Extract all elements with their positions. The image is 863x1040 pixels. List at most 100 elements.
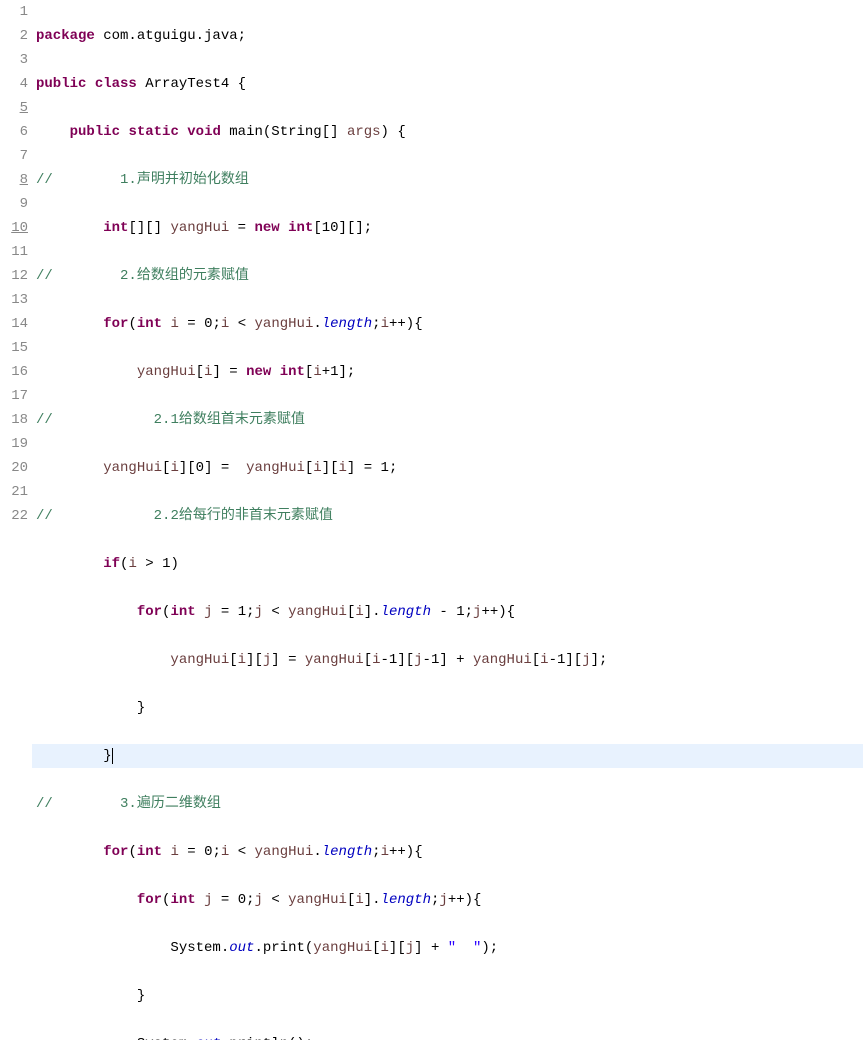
- line-number: 16: [0, 360, 28, 384]
- comment-2-1: 2.1给数组首末元素赋值: [154, 412, 305, 428]
- code-line[interactable]: yangHui[i][j] = yangHui[i-1][j-1] + yang…: [32, 648, 863, 672]
- kw-static: static: [128, 124, 178, 140]
- kw-int: int: [170, 604, 195, 620]
- line-number: 4: [0, 72, 28, 96]
- kw-int: int: [137, 316, 162, 332]
- line-number: 21: [0, 480, 28, 504]
- code-line[interactable]: public static void main(String[] args) {: [32, 120, 863, 144]
- var-yanghui: yangHui: [170, 652, 229, 668]
- code-line[interactable]: // 3.遍历二维数组: [32, 792, 863, 816]
- lit-1: 1: [162, 556, 170, 572]
- kw-int: int: [288, 220, 313, 236]
- line-number: 9: [0, 192, 28, 216]
- comment-slash: //: [36, 172, 53, 188]
- var-args: args: [347, 124, 381, 140]
- comment-slash: //: [36, 412, 53, 428]
- line-number: 20: [0, 456, 28, 480]
- var-j: j: [406, 940, 414, 956]
- code-line[interactable]: for(int i = 0;i < yangHui.length;i++){: [32, 840, 863, 864]
- var-i: i: [381, 844, 389, 860]
- var-i: i: [355, 892, 363, 908]
- field-out: out: [196, 1036, 221, 1040]
- var-i: i: [221, 844, 229, 860]
- kw-for: for: [137, 604, 162, 620]
- code-line[interactable]: yangHui[i] = new int[i+1];: [32, 360, 863, 384]
- comment-2-2: 2.2给每行的非首末元素赋值: [154, 508, 333, 524]
- var-j: j: [582, 652, 590, 668]
- lit-0: 0: [238, 892, 246, 908]
- comment-slash: //: [36, 508, 53, 524]
- comment-slash: //: [36, 268, 53, 284]
- kw-if: if: [103, 556, 120, 572]
- text-caret-icon: [112, 748, 113, 764]
- code-area[interactable]: package com.atguigu.java; public class A…: [32, 0, 863, 1040]
- code-line[interactable]: public class ArrayTest4 {: [32, 72, 863, 96]
- var-i: i: [372, 652, 380, 668]
- var-j: j: [204, 892, 212, 908]
- var-j: j: [255, 604, 263, 620]
- code-editor[interactable]: 1 2 3 4 5 6 7 8 9 10 11 12 13 14 15 16 1…: [0, 0, 863, 1040]
- code-line[interactable]: for(int i = 0;i < yangHui.length;i++){: [32, 312, 863, 336]
- kw-new: new: [254, 220, 279, 236]
- code-line[interactable]: }: [32, 696, 863, 720]
- code-line[interactable]: // 2.给数组的元素赋值: [32, 264, 863, 288]
- package-name: com.atguigu.java: [103, 28, 237, 44]
- var-i: i: [381, 316, 389, 332]
- var-i: i: [204, 364, 212, 380]
- kw-for: for: [103, 316, 128, 332]
- class-name: ArrayTest4: [145, 76, 229, 92]
- var-i: i: [128, 556, 136, 572]
- code-line[interactable]: for(int j = 1;j < yangHui[i].length - 1;…: [32, 600, 863, 624]
- code-line[interactable]: yangHui[i][0] = yangHui[i][i] = 1;: [32, 456, 863, 480]
- lit-1: 1: [238, 604, 246, 620]
- var-yanghui: yangHui: [305, 652, 364, 668]
- code-line[interactable]: // 1.声明并初始化数组: [32, 168, 863, 192]
- code-line[interactable]: // 2.2给每行的非首末元素赋值: [32, 504, 863, 528]
- lit-1: 1: [381, 460, 389, 476]
- code-line[interactable]: }: [32, 984, 863, 1008]
- kw-int: int: [103, 220, 128, 236]
- var-i: i: [540, 652, 548, 668]
- lit-10: 10: [322, 220, 339, 236]
- kw-package: package: [36, 28, 95, 44]
- line-number: 22: [0, 504, 28, 528]
- line-number: 19: [0, 432, 28, 456]
- code-line[interactable]: for(int j = 0;j < yangHui[i].length;j++)…: [32, 888, 863, 912]
- kw-for: for: [137, 892, 162, 908]
- code-line[interactable]: // 2.1给数组首末元素赋值: [32, 408, 863, 432]
- var-yanghui: yangHui: [255, 844, 314, 860]
- var-yanghui: yangHui: [170, 220, 229, 236]
- line-number: 7: [0, 144, 28, 168]
- line-number: 3: [0, 48, 28, 72]
- class-system: System: [170, 940, 220, 956]
- line-number: 15: [0, 336, 28, 360]
- code-line[interactable]: System.out.print(yangHui[i][j] + " ");: [32, 936, 863, 960]
- comment-2: 2.给数组的元素赋值: [120, 268, 249, 284]
- kw-int: int: [137, 844, 162, 860]
- code-line-current[interactable]: }: [32, 744, 863, 768]
- var-i: i: [355, 604, 363, 620]
- code-line[interactable]: int[][] yangHui = new int[10][];: [32, 216, 863, 240]
- var-j: j: [473, 604, 481, 620]
- kw-int: int: [170, 892, 195, 908]
- lit-1: 1: [389, 652, 397, 668]
- var-i: i: [170, 844, 178, 860]
- var-i: i: [238, 652, 246, 668]
- lit-1: 1: [456, 604, 464, 620]
- kw-int: int: [280, 364, 305, 380]
- line-number: 6: [0, 120, 28, 144]
- var-j: j: [263, 652, 271, 668]
- var-i: i: [339, 460, 347, 476]
- line-number: 11: [0, 240, 28, 264]
- str-spaces: " ": [448, 940, 482, 956]
- method-print: print: [263, 940, 305, 956]
- code-line[interactable]: if(i > 1): [32, 552, 863, 576]
- code-line[interactable]: System.out.println();: [32, 1032, 863, 1040]
- code-line[interactable]: package com.atguigu.java;: [32, 24, 863, 48]
- lit-1: 1: [557, 652, 565, 668]
- var-i: i: [313, 460, 321, 476]
- method-main: main: [229, 124, 263, 140]
- line-number: 17: [0, 384, 28, 408]
- var-j: j: [255, 892, 263, 908]
- prop-length: length: [381, 892, 431, 908]
